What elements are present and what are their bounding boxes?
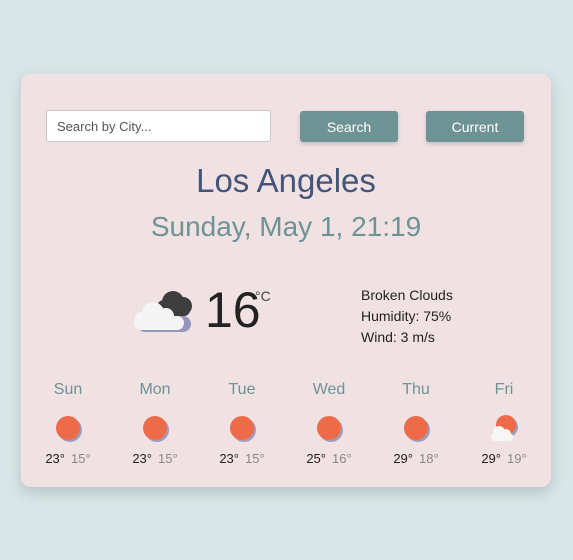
broken-clouds-icon bbox=[134, 291, 192, 332]
temperature-unit: °C bbox=[255, 288, 271, 304]
sun-icon bbox=[56, 416, 82, 442]
forecast-max: 23° bbox=[132, 451, 152, 466]
current-temperature: 16 bbox=[205, 282, 261, 338]
forecast-day-name: Thu bbox=[402, 381, 430, 398]
wind: Wind: 3 m/s bbox=[361, 329, 435, 345]
forecast-min: 19° bbox=[507, 451, 527, 466]
weather-card: Search Current Los Angeles Sunday, May 1… bbox=[21, 74, 551, 487]
forecast-day: Tue 23° 15° bbox=[202, 379, 282, 466]
sun-icon bbox=[317, 416, 343, 442]
forecast-min: 18° bbox=[419, 451, 439, 466]
forecast-day-name: Sun bbox=[53, 381, 83, 398]
forecast-min: 15° bbox=[245, 451, 265, 466]
forecast-day: Thu 29° 18° bbox=[376, 379, 456, 466]
forecast-day-name: Tue bbox=[228, 381, 256, 398]
forecast-min: 15° bbox=[158, 451, 178, 466]
partly-cloudy-icon bbox=[491, 415, 518, 441]
forecast-day: Mon 23° 15° bbox=[115, 379, 195, 466]
sun-icon bbox=[230, 416, 256, 442]
current-location-button[interactable]: Current bbox=[426, 111, 524, 142]
search-input[interactable] bbox=[46, 110, 271, 142]
city-name: Los Angeles bbox=[196, 162, 376, 199]
forecast-min: 16° bbox=[332, 451, 352, 466]
forecast-max: 23° bbox=[45, 451, 65, 466]
forecast-day: Wed 25° 16° bbox=[289, 379, 369, 466]
forecast-max: 29° bbox=[393, 451, 413, 466]
forecast-day-name: Wed bbox=[312, 381, 346, 398]
forecast-day: Fri 29° 19° bbox=[464, 379, 544, 466]
sun-icon bbox=[143, 416, 169, 442]
sun-icon bbox=[404, 416, 430, 442]
weather-description: Broken Clouds bbox=[361, 287, 453, 303]
forecast-day-name: Mon bbox=[139, 381, 171, 398]
date-time: Sunday, May 1, 21:19 bbox=[150, 211, 422, 242]
forecast: Sun 23° 15° Mon 23° 15° Tue 23° 15° Wed 25°… bbox=[21, 379, 551, 479]
forecast-max: 25° bbox=[306, 451, 326, 466]
forecast-min: 15° bbox=[71, 451, 91, 466]
weather-details: Broken Clouds Humidity: 75% Wind: 3 m/s bbox=[361, 285, 453, 348]
humidity: Humidity: 75% bbox=[361, 308, 452, 324]
forecast-max: 29° bbox=[481, 451, 501, 466]
forecast-day: Sun 23° 15° bbox=[28, 379, 108, 466]
forecast-max: 23° bbox=[219, 451, 239, 466]
forecast-day-name: Fri bbox=[494, 381, 514, 398]
search-button[interactable]: Search bbox=[300, 111, 398, 142]
